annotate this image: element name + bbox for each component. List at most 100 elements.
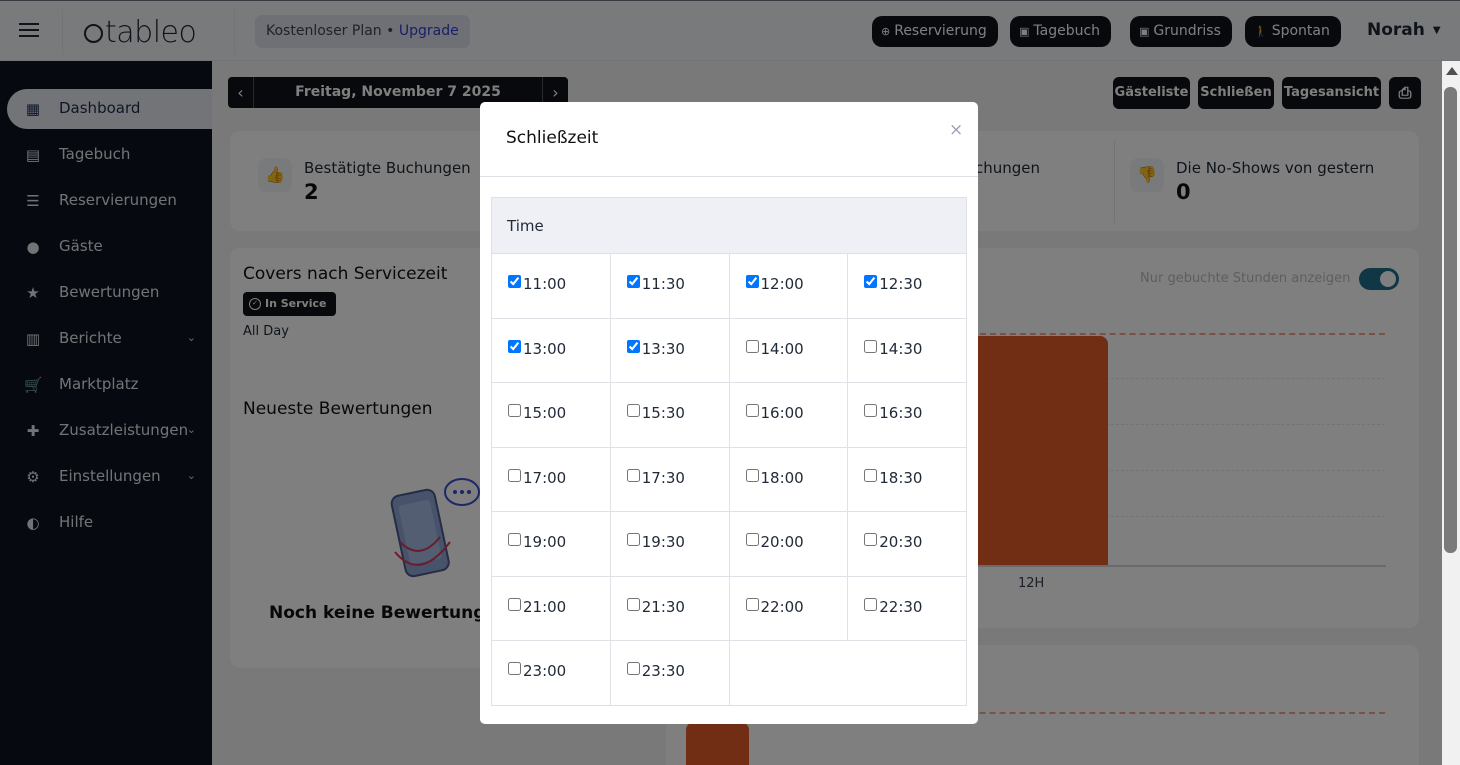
time-slot-checkbox[interactable] [508,662,521,675]
time-slot-cell: 15:00 [491,382,611,448]
time-slot-checkbox[interactable] [864,404,878,417]
time-slot-checkbox[interactable] [508,468,521,482]
time-slot-checkbox[interactable] [864,533,878,546]
time-slot-option[interactable]: 22:30 [864,597,923,616]
time-slot-cell: 13:00 [491,317,611,383]
time-slot-option[interactable]: 12:00 [745,275,804,293]
time-slot-option[interactable]: 20:30 [864,533,922,551]
time-slot-option[interactable]: 20:00 [745,533,804,551]
time-slot-label: 14:00 [760,339,804,358]
time-slot-option[interactable]: 18:30 [864,468,922,487]
time-slot-grid: 11:00 11:30 12:00 12:30 13:00 13:30 14:00 14:30… [491,253,967,706]
time-slot-cell: 22:00 [728,575,849,641]
time-slot-label: 16:00 [760,404,804,422]
time-slot-checkbox[interactable] [745,404,759,417]
time-slot-option[interactable]: 13:30 [626,339,685,358]
time-slot-option[interactable]: 11:30 [626,275,685,293]
modal-title: Schließzeit [506,128,599,148]
time-slot-checkbox[interactable] [745,597,759,611]
time-slot-cell: 21:00 [491,575,611,641]
time-slot-option[interactable]: 17:00 [508,468,566,487]
time-slot-option[interactable]: 12:30 [864,275,922,293]
time-slot-cell: 14:30 [847,317,967,383]
time-slot-checkbox[interactable] [508,597,521,611]
scroll-up-icon[interactable] [1446,67,1458,75]
time-slot-option[interactable]: 23:30 [626,662,685,680]
time-slot-cell: 22:30 [847,575,967,641]
time-slot-option[interactable]: 22:00 [745,597,804,616]
table-row: 19:00 19:30 20:00 20:30 [491,511,967,577]
time-slot-option[interactable]: 23:00 [508,662,566,680]
page-scrollbar[interactable] [1442,61,1460,765]
time-slot-cell: 15:30 [609,382,730,448]
time-slot-cell: 19:30 [609,511,730,577]
time-slot-checkbox[interactable] [864,339,878,353]
time-slot-cell: 13:30 [609,317,730,383]
table-row: 23:00 23:30 [491,640,967,706]
time-slot-checkbox[interactable] [508,404,521,417]
time-slot-checkbox[interactable] [745,339,759,353]
modal-divider [480,176,978,177]
time-slot-option[interactable]: 14:00 [745,339,804,358]
time-slot-checkbox[interactable] [508,275,521,288]
time-slot-cell: 12:00 [728,253,849,319]
time-slot-label: 16:30 [879,404,923,422]
time-slot-checkbox[interactable] [508,533,521,546]
time-slot-label: 22:30 [879,597,923,616]
table-row: 11:00 11:30 12:00 12:30 [491,253,967,319]
time-slot-cell: 17:00 [491,446,611,512]
time-slot-cell: 23:30 [609,640,730,706]
time-slot-checkbox[interactable] [864,597,878,611]
time-slot-option[interactable]: 16:30 [864,404,922,422]
time-slot-label: 21:30 [641,597,685,616]
time-slot-label: 11:30 [641,275,685,293]
scrollbar-thumb[interactable] [1444,87,1457,553]
time-slot-label: 18:00 [760,468,804,487]
time-slot-cell: 20:30 [847,511,967,577]
time-slot-label: 13:00 [523,339,567,358]
time-slot-label: 11:00 [523,275,567,293]
time-slot-label: 22:00 [760,597,804,616]
time-slot-checkbox[interactable] [626,662,640,675]
time-slot-label: 17:30 [641,468,685,487]
time-slot-cell: 21:30 [609,575,730,641]
close-icon[interactable]: × [949,120,963,140]
time-slot-checkbox[interactable] [626,533,640,546]
time-slot-option[interactable]: 16:00 [745,404,804,422]
time-slot-checkbox[interactable] [626,275,640,288]
time-slot-checkbox[interactable] [508,339,521,353]
time-slot-label: 20:30 [879,533,923,551]
time-slot-checkbox[interactable] [626,404,640,417]
time-slot-cell: 23:00 [491,640,611,706]
time-slot-option[interactable]: 15:00 [508,404,566,422]
time-slot-cell: 20:00 [728,511,849,577]
time-slot-label: 19:00 [523,533,567,551]
time-slot-option[interactable]: 14:30 [864,339,922,358]
time-slot-checkbox[interactable] [745,468,759,482]
time-slot-cell: 12:30 [847,253,967,319]
table-row: 21:00 21:30 22:00 22:30 [491,575,967,641]
table-row: 15:00 15:30 16:00 16:30 [491,382,967,448]
time-slot-option[interactable]: 19:00 [508,533,566,551]
time-slot-table: Time 11:00 11:30 12:00 12:30 13:00 13:30 14:00… [491,197,967,706]
table-row: 13:00 13:30 14:00 14:30 [491,317,967,383]
time-slot-option[interactable]: 17:30 [626,468,685,487]
time-slot-checkbox[interactable] [864,275,878,288]
time-slot-option[interactable]: 21:30 [626,597,685,616]
time-slot-option[interactable]: 11:00 [508,275,566,293]
time-slot-option[interactable]: 18:00 [745,468,804,487]
time-slot-checkbox[interactable] [745,275,759,288]
time-slot-checkbox[interactable] [626,339,640,353]
time-slot-option[interactable]: 15:30 [626,404,685,422]
time-slot-checkbox[interactable] [626,597,640,611]
time-slot-checkbox[interactable] [626,468,640,482]
time-slot-label: 15:30 [641,404,685,422]
time-slot-checkbox[interactable] [864,468,878,482]
time-slot-option[interactable]: 19:30 [626,533,685,551]
time-slot-checkbox[interactable] [745,533,759,546]
time-slot-option[interactable]: 13:00 [508,339,567,358]
time-slot-option[interactable]: 21:00 [508,597,566,616]
time-slot-cell: 11:00 [491,253,611,319]
table-row: 17:00 17:30 18:00 18:30 [491,446,967,512]
empty-cell [729,640,848,706]
